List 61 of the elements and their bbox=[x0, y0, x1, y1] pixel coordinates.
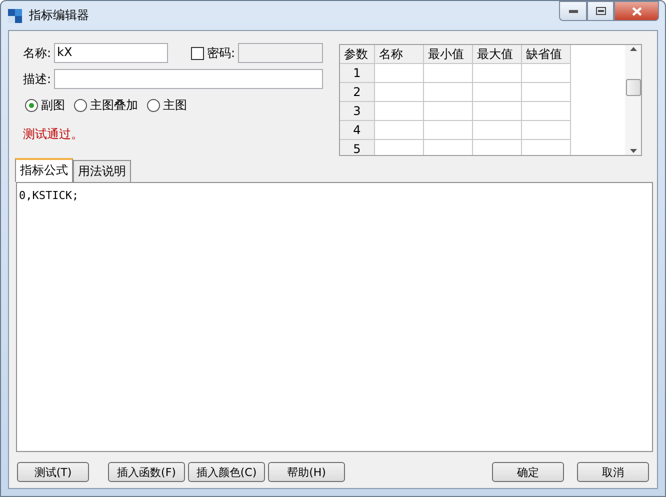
description-label: 描述: bbox=[23, 70, 52, 88]
table-cell[interactable] bbox=[424, 83, 473, 102]
row-header: 4 bbox=[340, 121, 375, 140]
table-cell[interactable] bbox=[473, 121, 522, 140]
scroll-down-icon[interactable] bbox=[630, 149, 636, 153]
dialog-button[interactable]: 帮助(H) bbox=[268, 462, 345, 482]
scrollbar[interactable] bbox=[625, 45, 641, 155]
table-cell[interactable] bbox=[522, 83, 571, 102]
table-cell[interactable] bbox=[522, 102, 571, 121]
scroll-up-icon[interactable] bbox=[630, 47, 636, 51]
dialog-button[interactable]: 确定 bbox=[492, 462, 564, 482]
table-cell[interactable] bbox=[522, 121, 571, 140]
row-header: 3 bbox=[340, 102, 375, 121]
maximize-button[interactable] bbox=[587, 1, 614, 21]
table-cell[interactable] bbox=[424, 102, 473, 121]
table-cell[interactable] bbox=[424, 64, 473, 83]
password-checkbox[interactable] bbox=[191, 46, 204, 60]
maximize-icon bbox=[596, 7, 606, 15]
table-cell[interactable] bbox=[424, 121, 473, 140]
radio-label: 副图 bbox=[41, 96, 65, 114]
radio-button[interactable] bbox=[74, 98, 87, 112]
minimize-button[interactable] bbox=[559, 1, 587, 21]
description-field[interactable] bbox=[54, 69, 324, 89]
tab[interactable]: 用法说明 bbox=[73, 160, 131, 182]
window-title: 指标编辑器 bbox=[29, 7, 90, 24]
name-label: 名称: bbox=[23, 44, 52, 62]
column-header: 最小值 bbox=[424, 45, 473, 64]
radio-button[interactable] bbox=[147, 98, 160, 112]
radio-label: 主图 bbox=[163, 96, 187, 114]
row-header: 2 bbox=[340, 83, 375, 102]
dialog-button[interactable]: 测试(T) bbox=[17, 462, 89, 482]
close-button[interactable] bbox=[614, 1, 659, 21]
password-label: 密码: bbox=[207, 44, 236, 62]
column-header: 名称 bbox=[375, 45, 424, 64]
dialog-button[interactable]: 插入函数(F) bbox=[108, 462, 185, 482]
app-icon bbox=[7, 8, 23, 24]
table-cell[interactable] bbox=[522, 64, 571, 83]
table-cell[interactable] bbox=[375, 64, 424, 83]
minimize-icon bbox=[568, 10, 578, 12]
name-field[interactable]: kX bbox=[54, 43, 168, 63]
password-field[interactable] bbox=[238, 43, 324, 63]
column-header: 参数 bbox=[340, 45, 375, 64]
radio-label: 主图叠加 bbox=[90, 96, 138, 114]
row-header: 5 bbox=[340, 140, 375, 155]
scroll-thumb[interactable] bbox=[626, 78, 640, 96]
column-header: 最大值 bbox=[473, 45, 522, 64]
table-cell[interactable] bbox=[473, 64, 522, 83]
formula-editor[interactable]: 0,KSTICK; bbox=[16, 182, 653, 452]
table-cell[interactable] bbox=[375, 121, 424, 140]
radio-button[interactable] bbox=[25, 98, 38, 112]
table-cell[interactable] bbox=[473, 83, 522, 102]
status-message: 测试通过。 bbox=[23, 126, 84, 143]
column-header: 缺省值 bbox=[522, 45, 571, 64]
dialog-button[interactable]: 取消 bbox=[577, 462, 649, 482]
close-icon bbox=[632, 6, 642, 16]
row-header: 1 bbox=[340, 64, 375, 83]
table-cell[interactable] bbox=[375, 83, 424, 102]
tab[interactable]: 指标公式 bbox=[15, 158, 73, 182]
table-cell[interactable] bbox=[473, 102, 522, 121]
dialog-button[interactable]: 插入颜色(C) bbox=[188, 462, 265, 482]
table-cell[interactable] bbox=[375, 102, 424, 121]
